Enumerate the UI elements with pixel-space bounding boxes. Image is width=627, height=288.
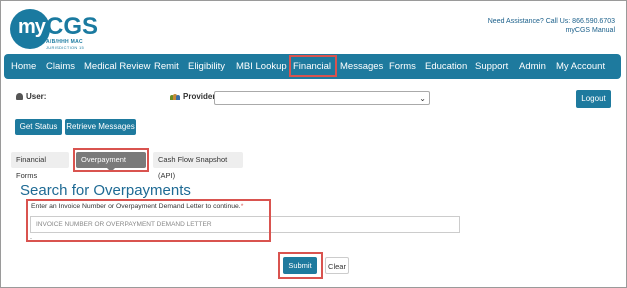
submit-highlight-box bbox=[278, 252, 323, 279]
nav-admin[interactable]: Admin bbox=[519, 54, 546, 79]
assistance-phone[interactable]: Need Assistance? Call Us: 866.590.6703 bbox=[488, 17, 615, 26]
provider-select[interactable]: ⌄ bbox=[214, 91, 430, 105]
assistance-block: Need Assistance? Call Us: 866.590.6703 m… bbox=[488, 17, 615, 35]
nav-claims[interactable]: Claims bbox=[46, 54, 75, 79]
logo-my-text: my bbox=[18, 16, 46, 38]
nav-eligibility[interactable]: Eligibility bbox=[188, 54, 225, 79]
mycgs-logo[interactable]: my CGS A/B/HHH MAC JURISDICTION 15 bbox=[10, 9, 102, 50]
user-label: User: bbox=[26, 92, 47, 101]
mycgs-manual-link[interactable]: myCGS Manual bbox=[488, 26, 615, 35]
user-field: User: bbox=[16, 92, 46, 101]
nav-support[interactable]: Support bbox=[475, 54, 508, 79]
logo-jurisdiction: JURISDICTION 15 bbox=[46, 45, 85, 50]
nav-my-account[interactable]: My Account bbox=[556, 54, 605, 79]
user-icon bbox=[16, 93, 23, 100]
nav-mbi-lookup[interactable]: MBI Lookup bbox=[236, 54, 287, 79]
chevron-down-icon: ⌄ bbox=[419, 94, 426, 103]
main-navbar: Home Claims Medical Review Remit Eligibi… bbox=[4, 54, 621, 79]
logout-button[interactable]: Logout bbox=[576, 90, 611, 108]
overpayment-tab-highlight-box bbox=[73, 148, 149, 172]
nav-home[interactable]: Home bbox=[11, 54, 36, 79]
tab-cash-flow-snapshot[interactable]: Cash Flow Snapshot (API) bbox=[153, 152, 243, 180]
nav-education[interactable]: Education bbox=[425, 54, 467, 79]
instruction-highlight-box bbox=[26, 199, 271, 242]
get-status-button[interactable]: Get Status bbox=[15, 119, 62, 135]
retrieve-messages-button[interactable]: Retrieve Messages bbox=[65, 119, 136, 135]
provider-label: Provider: bbox=[183, 92, 219, 101]
nav-messages[interactable]: Messages bbox=[340, 54, 383, 79]
clear-button[interactable]: Clear bbox=[325, 257, 349, 274]
provider-icon bbox=[170, 93, 180, 100]
logo-cgs-text: CGS bbox=[46, 13, 99, 40]
financial-highlight-box bbox=[289, 55, 337, 77]
nav-forms[interactable]: Forms bbox=[389, 54, 416, 79]
nav-medical-review[interactable]: Medical Review bbox=[84, 54, 151, 79]
provider-field: Provider: bbox=[170, 92, 218, 101]
nav-remit[interactable]: Remit bbox=[154, 54, 179, 79]
page-title: Search for Overpayments bbox=[20, 182, 191, 199]
tab-financial-forms[interactable]: Financial Forms bbox=[11, 152, 69, 180]
